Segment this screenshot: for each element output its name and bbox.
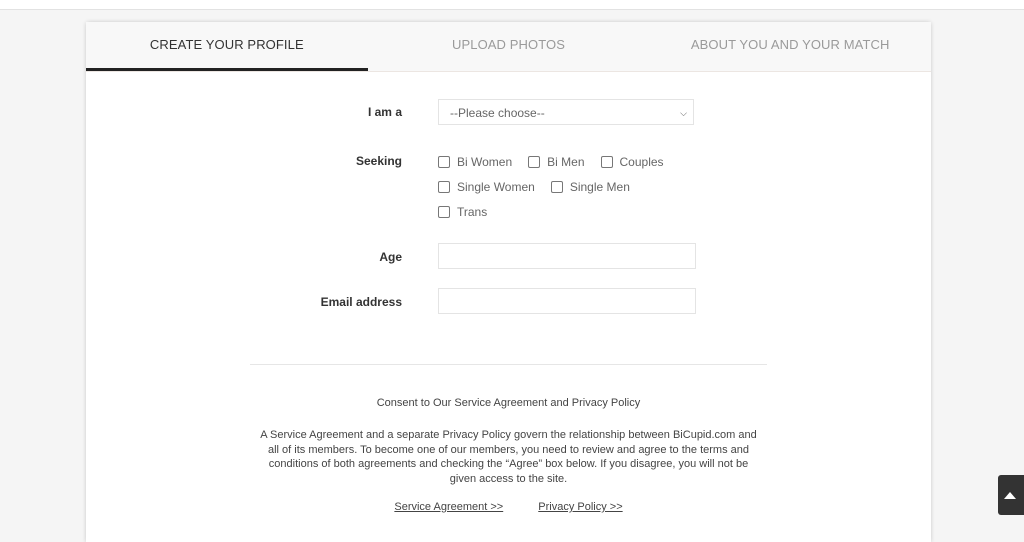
tab-create-profile[interactable]: CREATE YOUR PROFILE — [86, 22, 368, 71]
checkbox-icon[interactable] — [438, 155, 450, 168]
consent-body: A Service Agreement and a separate Priva… — [260, 429, 757, 485]
age-input[interactable] — [438, 243, 696, 269]
checkbox-label: Bi Women — [457, 154, 513, 169]
row-i-am-a: I am a --Please choose-- ⌵ — [86, 99, 931, 125]
age-label: Age — [379, 250, 402, 264]
section-divider — [250, 364, 767, 365]
privacy-policy-link[interactable]: Privacy Policy >> — [538, 501, 622, 513]
checkbox-icon[interactable] — [550, 180, 563, 193]
checkbox-label: Couples — [619, 154, 664, 169]
checkbox-trans[interactable]: Trans — [438, 205, 487, 219]
i-am-a-label: I am a — [367, 105, 402, 119]
checkbox-label: Single Women — [457, 179, 535, 194]
chevron-down-icon: ⌵ — [680, 108, 687, 118]
signup-card: CREATE YOUR PROFILE UPLOAD PHOTOS ABOUT … — [86, 22, 931, 542]
checkbox-label: Single Men — [569, 179, 630, 194]
checkbox-icon[interactable] — [438, 205, 450, 218]
checkbox-label: Bi Men — [547, 154, 585, 169]
checkbox-label: Trans — [457, 204, 488, 219]
checkbox-bi-men[interactable]: Bi Men — [528, 154, 585, 169]
tab-upload-photos[interactable]: UPLOAD PHOTOS — [368, 22, 650, 71]
seeking-options: Bi Women Bi Men Couples Single Women Sin… — [438, 149, 680, 224]
i-am-a-selected: --Please choose-- — [450, 106, 545, 120]
service-agreement-link[interactable]: Service Agreement >> — [394, 501, 503, 513]
checkbox-single-women[interactable]: Single Women — [438, 180, 535, 194]
tab-about-you[interactable]: ABOUT YOU AND YOUR MATCH — [649, 22, 931, 71]
checkbox-bi-women[interactable]: Bi Women — [438, 155, 512, 169]
checkbox-icon[interactable] — [528, 155, 541, 168]
scroll-to-top-button[interactable] — [998, 475, 1024, 515]
checkbox-couples[interactable]: Couples — [600, 154, 664, 169]
agreement-links: Service Agreement >> Privacy Policy >> — [86, 501, 931, 513]
i-am-a-select[interactable]: --Please choose-- ⌵ — [438, 99, 694, 125]
step-tabs: CREATE YOUR PROFILE UPLOAD PHOTOS ABOUT … — [86, 22, 931, 72]
email-input[interactable] — [438, 288, 696, 314]
seeking-label: Seeking — [355, 154, 402, 168]
consent-title: Consent to Our Service Agreement and Pri… — [376, 397, 641, 409]
email-label: Email address — [320, 295, 402, 309]
browser-top-strip — [0, 0, 1024, 10]
checkbox-icon[interactable] — [600, 155, 613, 168]
checkbox-icon[interactable] — [438, 180, 450, 193]
checkbox-single-men[interactable]: Single Men — [550, 179, 630, 194]
triangle-up-icon — [1004, 491, 1016, 499]
